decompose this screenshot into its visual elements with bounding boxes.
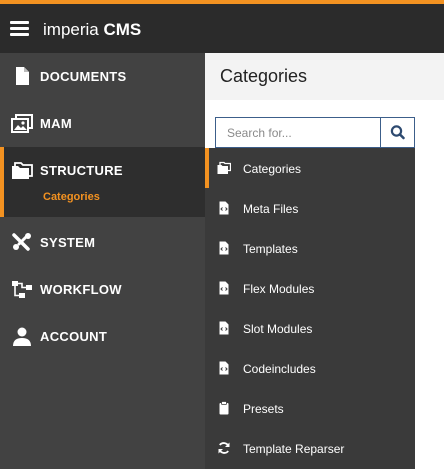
menu-item-label: Presets	[243, 402, 284, 416]
menu-item-label: Template Reparser	[243, 442, 345, 456]
sidebar-item-documents[interactable]: DOCUMENTS	[0, 53, 205, 100]
code-file-icon	[219, 201, 229, 215]
sidebar-item-mam[interactable]: MAM	[0, 100, 205, 147]
sidebar-item-workflow[interactable]: WORKFLOW	[0, 266, 205, 313]
sidebar-item-account[interactable]: ACCOUNT	[0, 313, 205, 360]
image-gallery-icon	[11, 114, 33, 133]
brand-name: imperia	[43, 20, 99, 39]
sidebar-item-label: WORKFLOW	[40, 282, 122, 297]
sidebar-item-label: STRUCTURE	[40, 163, 123, 178]
menu-item-label: Flex Modules	[243, 282, 315, 296]
code-file-icon	[219, 281, 229, 295]
app-logo: imperia CMS	[43, 20, 141, 40]
menu-item-label: Meta Files	[243, 202, 299, 216]
menu-item-slot-modules[interactable]: Slot Modules	[205, 308, 415, 348]
tools-icon	[12, 233, 31, 251]
clipboard-icon	[219, 401, 229, 415]
brand-suffix: CMS	[103, 20, 142, 39]
menu-item-meta-files[interactable]: Meta Files	[205, 188, 415, 228]
folders-icon	[217, 161, 231, 174]
sidebar-item-label: ACCOUNT	[40, 329, 108, 344]
code-file-icon	[219, 361, 229, 375]
sidebar: DOCUMENTS MAM STRUCTURE Categories SYSTE…	[0, 53, 205, 469]
sidebar-item-label: MAM	[40, 116, 72, 131]
search-button[interactable]	[380, 118, 414, 147]
menu-item-codeincludes[interactable]: Codeincludes	[205, 348, 415, 388]
menu-item-label: Templates	[243, 242, 298, 256]
search-icon	[390, 125, 405, 140]
sidebar-item-label: SYSTEM	[40, 235, 96, 250]
workflow-icon	[12, 281, 32, 298]
sidebar-item-system[interactable]: SYSTEM	[0, 219, 205, 266]
refresh-icon	[218, 442, 230, 454]
code-file-icon	[219, 321, 229, 335]
menu-item-template-reparser[interactable]: Template Reparser	[205, 428, 415, 468]
sidebar-subitem-categories[interactable]: Categories	[43, 191, 100, 203]
folders-icon	[12, 162, 33, 179]
user-icon	[13, 327, 31, 346]
search-box	[215, 117, 415, 148]
page-title: Categories	[220, 66, 308, 86]
menu-item-label: Slot Modules	[243, 322, 313, 336]
menu-item-templates[interactable]: Templates	[205, 228, 415, 268]
top-bar: imperia CMS	[0, 0, 444, 53]
search-input[interactable]	[216, 118, 380, 147]
menu-item-presets[interactable]: Presets	[205, 388, 415, 428]
structure-dropdown-menu: Categories Meta Files Templates Flex Mod…	[205, 148, 415, 469]
document-icon	[16, 67, 29, 85]
sidebar-item-label: DOCUMENTS	[40, 69, 127, 84]
sidebar-item-structure[interactable]: STRUCTURE Categories	[0, 147, 205, 217]
menu-item-label: Categories	[243, 162, 302, 176]
page-header: Categories	[205, 53, 444, 100]
menu-item-categories[interactable]: Categories	[205, 148, 415, 188]
hamburger-menu-icon[interactable]	[10, 21, 29, 37]
menu-item-label: Codeincludes	[243, 362, 316, 376]
menu-item-flex-modules[interactable]: Flex Modules	[205, 268, 415, 308]
code-file-icon	[219, 241, 229, 255]
